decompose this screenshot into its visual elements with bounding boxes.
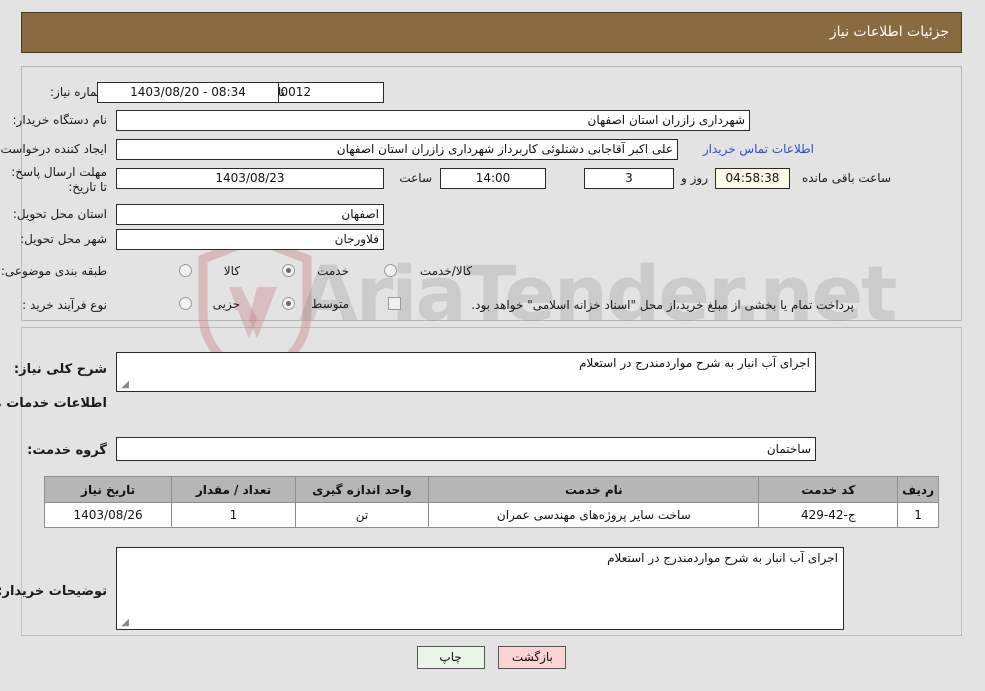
category-label: طبقه بندی موضوعی: xyxy=(1,264,108,278)
radio-process-motavaset-label: متوسط xyxy=(312,297,350,311)
radio-process-jozyi-label: جزیی xyxy=(213,297,241,311)
cell-code: ج-42-429 xyxy=(759,502,900,528)
creator-label: ایجاد کننده درخواست: xyxy=(0,142,108,156)
page-root: جزئیات اطلاعات نیاز AriaTender.net شماره… xyxy=(0,0,985,691)
radio-category-kala-label: کالا xyxy=(224,264,241,278)
page-header-bar: جزئیات اطلاعات نیاز xyxy=(22,12,963,53)
services-table: ردیف کد خدمت نام خدمت واحد اندازه گیری ت… xyxy=(44,476,940,528)
radio-category-kala-khedmat[interactable] xyxy=(385,264,398,277)
treasury-bond-checkbox[interactable] xyxy=(389,297,402,310)
remaining-time-label: ساعت باقی مانده xyxy=(802,171,892,185)
general-desc-label: شرح کلی نیاز: xyxy=(14,362,108,377)
cell-date: 1403/08/26 xyxy=(44,502,174,528)
cell-row: 1 xyxy=(898,502,940,528)
radio-category-khedmat-label: خدمت xyxy=(318,264,350,278)
remaining-days-label: روز و xyxy=(682,171,709,185)
buyer-org-value: شهرداری زازران استان اصفهان xyxy=(117,110,751,131)
city-label: شهر محل تحویل: xyxy=(21,232,108,246)
need-info-panel xyxy=(22,66,963,321)
cell-name: ساخت سایر پروژه‌های مهندسی عمران xyxy=(429,502,761,528)
action-buttons: بازگشت چاپ xyxy=(0,646,985,669)
radio-category-khedmat[interactable] xyxy=(283,264,296,277)
th-row: ردیف xyxy=(898,476,940,503)
services-heading: اطلاعات خدمات مورد نیاز xyxy=(0,396,108,411)
th-qty: تعداد / مقدار xyxy=(172,476,297,503)
buyer-notes-label: توضیحات خریدار: xyxy=(0,584,108,599)
resize-grip-icon[interactable]: ◢ xyxy=(120,380,130,390)
deadline-label: مهلت ارسال پاسخ: تا تاریخ: xyxy=(12,165,108,194)
page-title: جزئیات اطلاعات نیاز xyxy=(830,24,950,40)
table-header-row: ردیف کد خدمت نام خدمت واحد اندازه گیری ت… xyxy=(44,476,940,503)
th-name: نام خدمت xyxy=(429,476,761,503)
radio-category-kala-khedmat-label: کالا/خدمت xyxy=(420,264,473,278)
remaining-days-value: 3 xyxy=(585,168,675,189)
province-value: اصفهان xyxy=(117,204,385,225)
general-desc-textarea[interactable]: اجرای آب انبار به شرح مواردمندرج در استع… xyxy=(117,352,817,392)
back-button[interactable]: بازگشت xyxy=(499,646,568,669)
radio-process-jozyi[interactable] xyxy=(180,297,193,310)
th-code: کد خدمت xyxy=(759,476,900,503)
cell-qty: 1 xyxy=(172,502,297,528)
service-group-value: ساختمان xyxy=(117,437,817,461)
province-label: استان محل تحویل: xyxy=(13,207,108,221)
buyer-notes-textarea[interactable]: اجرای آب انبار به شرح مواردمندرج در استع… xyxy=(117,547,845,630)
buyer-org-label: نام دستگاه خریدار: xyxy=(13,113,109,127)
process-type-label: نوع فرآیند خرید : xyxy=(23,298,108,312)
buyer-notes-value: اجرای آب انبار به شرح مواردمندرج در استع… xyxy=(608,551,839,565)
deadline-hour-label: ساعت xyxy=(400,171,433,185)
treasury-bond-label: پرداخت تمام یا بخشی از مبلغ خرید،از محل … xyxy=(472,298,855,312)
table-row: 1 ج-42-429 ساخت سایر پروژه‌های مهندسی عم… xyxy=(44,502,940,528)
print-button[interactable]: چاپ xyxy=(417,646,486,669)
remaining-time-value: 04:58:38 xyxy=(716,168,791,189)
resize-grip-icon-2[interactable]: ◢ xyxy=(120,618,130,628)
radio-process-motavaset[interactable] xyxy=(283,297,296,310)
creator-value: علی اکبر آقاجانی دشتلوئی کاربرداز شهردار… xyxy=(117,139,679,160)
th-date: تاریخ نیاز xyxy=(44,476,174,503)
announce-datetime-value: 08:34 - 1403/08/20 xyxy=(98,82,280,103)
th-unit: واحد اندازه گیری xyxy=(295,476,431,503)
city-value: فلاورجان xyxy=(117,229,385,250)
service-group-label: گروه خدمت: xyxy=(28,443,108,458)
radio-category-kala[interactable] xyxy=(180,264,193,277)
cell-unit: تن xyxy=(295,502,431,528)
deadline-date-value: 1403/08/23 xyxy=(117,168,385,189)
general-desc-value: اجرای آب انبار به شرح مواردمندرج در استع… xyxy=(580,356,811,370)
buyer-contact-link[interactable]: اطلاعات تماس خریدار xyxy=(704,142,815,156)
deadline-hour-value: 14:00 xyxy=(441,168,547,189)
